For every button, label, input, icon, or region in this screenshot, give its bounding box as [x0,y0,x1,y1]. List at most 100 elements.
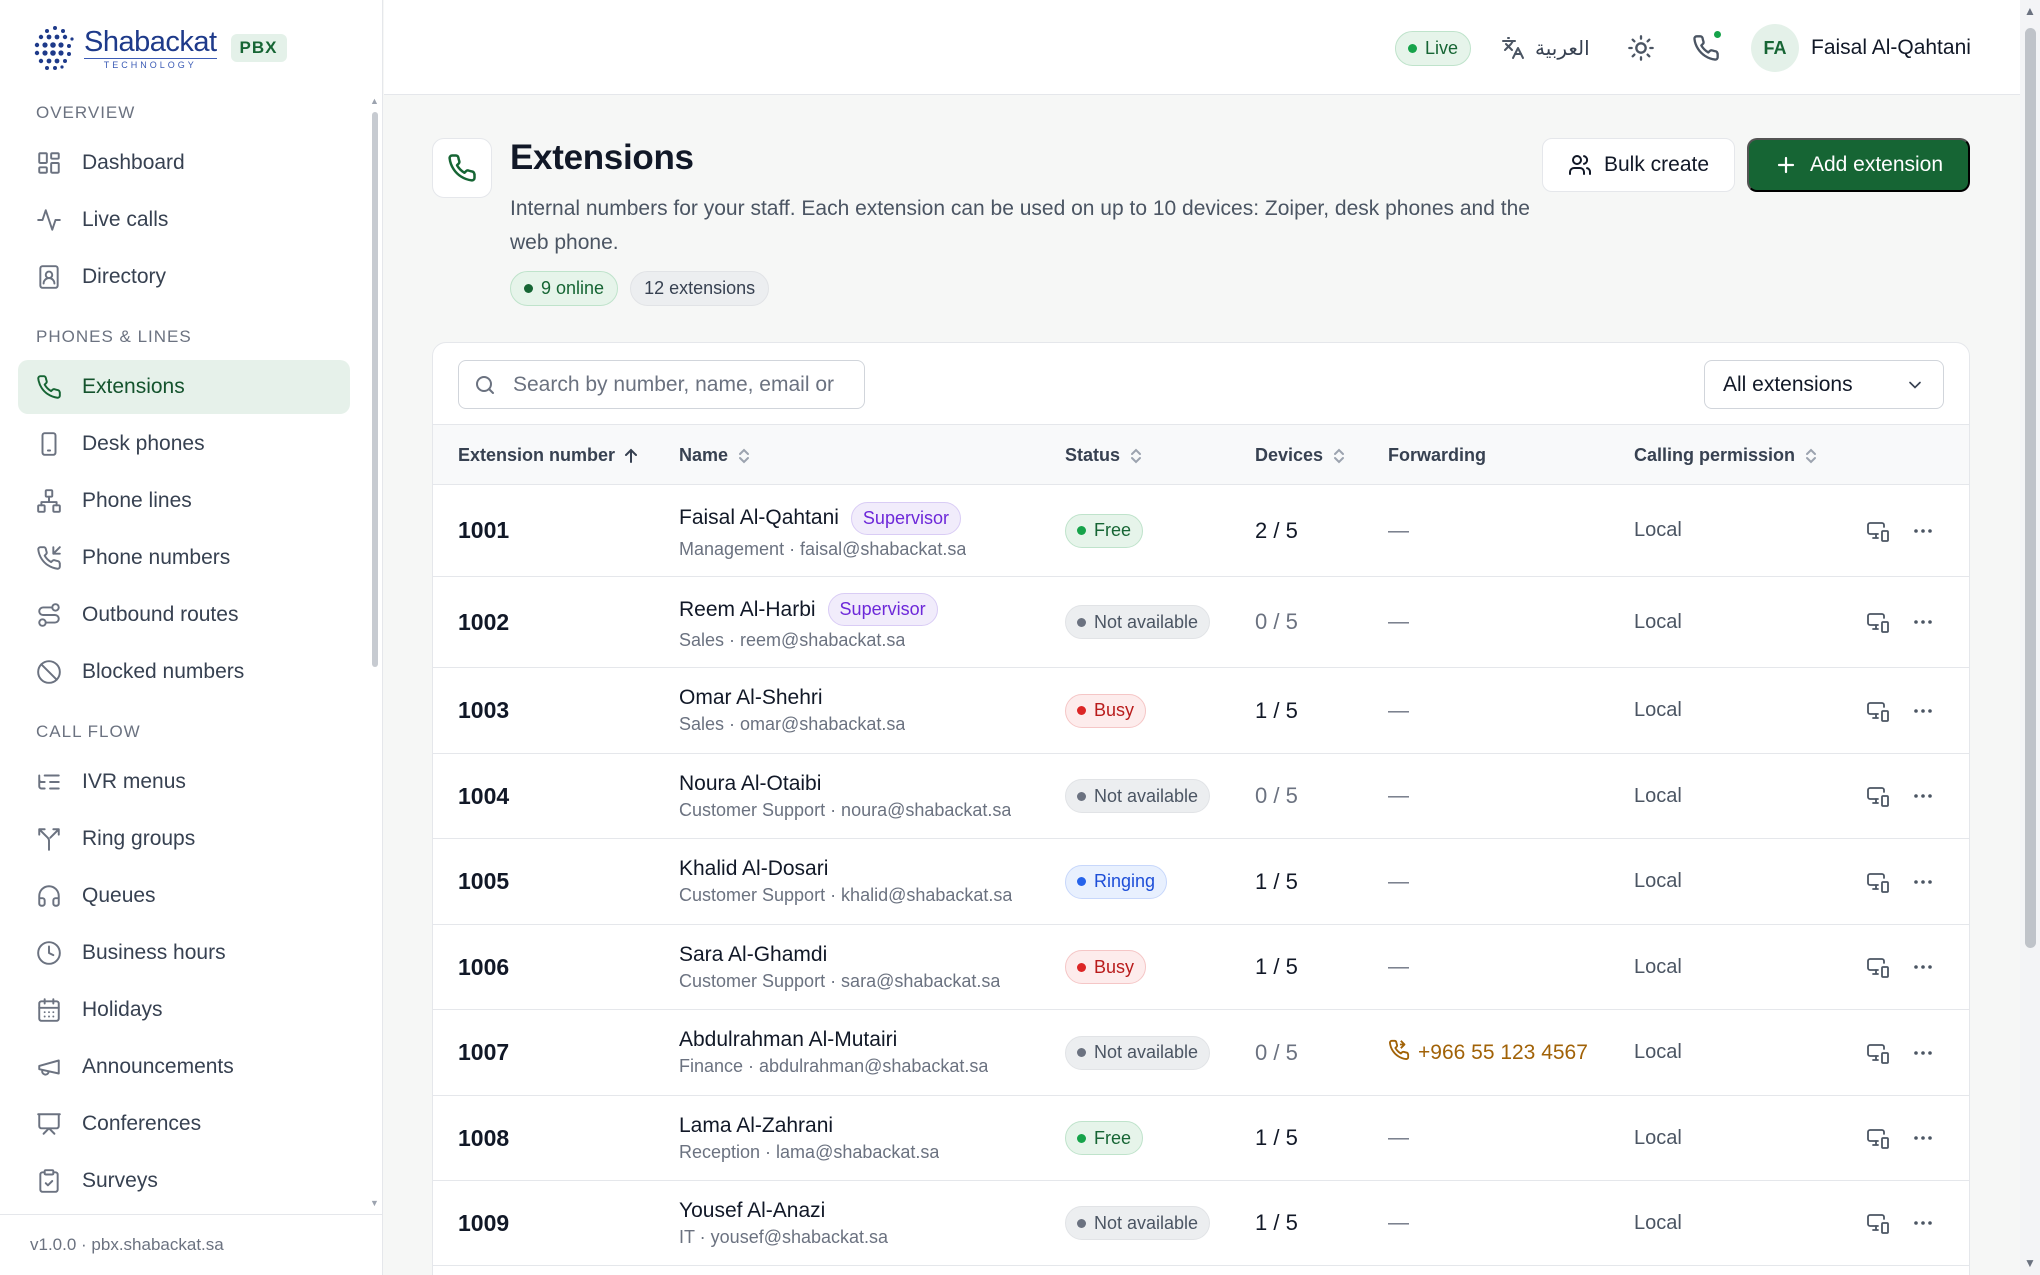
devices-count: 1 / 5 [1255,1125,1298,1150]
more-actions-button[interactable] [1911,925,1937,1009]
scroll-up-arrow-icon[interactable]: ▲ [370,96,379,106]
devices-button[interactable] [1866,668,1892,753]
sun-icon[interactable] [1627,34,1655,62]
extension-number: 1004 [458,782,510,809]
more-actions-button[interactable] [1911,485,1937,576]
devices-count: 0 / 5 [1255,1039,1298,1065]
search-input[interactable] [513,372,853,397]
devices-icon [1866,1126,1890,1150]
sidebar-item-outbound-routes[interactable]: Outbound routes [18,588,350,642]
bulk-create-button[interactable]: Bulk create [1542,138,1735,192]
sidebar: Shabackat TECHNOLOGY PBX OVERVIEW Dashbo… [0,0,383,1275]
user-menu[interactable]: FA Faisal Al-Qahtani [1751,24,1971,72]
devices-button[interactable] [1866,925,1892,1009]
add-extension-button[interactable]: Add extension [1747,138,1970,192]
status-badge: Not available [1065,1035,1211,1070]
main-scroll-thumb[interactable] [2025,28,2036,948]
devices-button[interactable] [1866,754,1892,838]
sidebar-item-ivr-menus[interactable]: IVR menus [18,755,350,809]
extension-number: 1005 [458,868,510,894]
sidebar-item-directory[interactable]: Directory [18,250,350,304]
sidebar-item-holidays[interactable]: Holidays [18,983,350,1037]
globe-dots-icon [34,26,74,70]
sidebar-scroll-thumb[interactable] [372,112,378,667]
nav-section-title: PHONES & LINES [36,327,192,346]
devices-button[interactable] [1866,1181,1892,1265]
table-row[interactable]: 1007 Abdulrahman Al-Mutairi Finance · ab… [433,1010,1969,1096]
column-name[interactable]: Name [679,425,752,486]
devices-button[interactable] [1866,1096,1892,1180]
calling-permission: Local [1634,1041,1682,1063]
more-actions-button[interactable] [1911,668,1937,753]
sidebar-item-dashboard[interactable]: Dashboard [18,136,350,190]
column-label: Forwarding [1388,445,1486,465]
status-badge: Not available [1065,605,1211,639]
more-actions-button[interactable] [1911,1096,1937,1180]
sidebar-item-queues[interactable]: Queues [18,869,350,923]
extension-name-cell: Lama Al-Zahrani Reception · lama@shaback… [679,1096,939,1180]
column-devices[interactable]: Devices [1255,425,1347,486]
sidebar-item-blocked-numbers[interactable]: Blocked numbers [18,645,350,699]
status-dot [1077,962,1086,972]
column-status[interactable]: Status [1065,425,1144,486]
sidebar-item-phone-numbers[interactable]: Phone numbers [18,531,350,585]
column-extension-number[interactable]: Extension number [458,425,639,486]
devices-button[interactable] [1866,577,1892,667]
sidebar-item-business-hours[interactable]: Business hours [18,926,350,980]
extension-filter-select[interactable]: All extensions [1704,360,1944,409]
table-row[interactable]: 1005 Khalid Al-Dosari Customer Support ·… [433,839,1969,925]
calling-permission: Local [1634,1211,1682,1234]
table-row[interactable]: 1009 Yousef Al-Anazi IT · yousef@shaback… [433,1181,1969,1266]
extension-name-cell: Khalid Al-Dosari Customer Support · khal… [679,839,1012,924]
sidebar-item-conferences[interactable]: Conferences [18,1097,350,1151]
table-row[interactable]: 1006 Sara Al-Ghamdi Customer Support · s… [433,925,1969,1010]
page-title: Extensions [510,138,694,177]
status-label: Not available [1094,611,1199,632]
sidebar-scrollbar[interactable]: ▲ ▼ [370,96,379,1208]
language-toggle-button[interactable]: العربية [1501,30,1590,66]
more-actions-button[interactable] [1911,577,1937,667]
status-cell: Free [1065,485,1144,576]
devices-button[interactable] [1866,1010,1892,1095]
extension-number: 1003 [458,697,510,723]
scroll-down-arrow-icon[interactable]: ▼ [370,1198,379,1208]
brand-logo[interactable]: Shabackat TECHNOLOGY PBX [30,20,287,76]
table-row[interactable]: 1008 Lama Al-Zahrani Reception · lama@sh… [433,1096,1969,1181]
sidebar-item-ring-groups[interactable]: Ring groups [18,812,350,866]
sidebar-item-phone-lines[interactable]: Phone lines [18,474,350,528]
sidebar-item-extensions[interactable]: Extensions [18,360,350,414]
column-calling-permission[interactable]: Calling permission [1634,425,1819,486]
table-row[interactable]: 1004 Noura Al-Otaibi Customer Support · … [433,754,1969,839]
status-cell: Not available [1065,577,1211,667]
sidebar-item-desk-phones[interactable]: Desk phones [18,417,350,471]
split-icon [36,826,62,852]
more-actions-button[interactable] [1911,1181,1937,1265]
sidebar-item-live-calls[interactable]: Live calls [18,193,350,247]
app-version: v1.0.0 · pbx.shabackat.sa [0,1214,382,1275]
user-name: Faisal Al-Qahtani [1811,36,1971,59]
scroll-up-arrow-icon[interactable]: ▲ [2024,4,2036,18]
scroll-down-arrow-icon[interactable]: ▼ [2024,1256,2036,1270]
calling-permission: Local [1634,610,1682,633]
table-row[interactable]: 1003 Omar Al-Shehri Sales · omar@shaback… [433,668,1969,754]
search-box[interactable] [458,360,865,409]
more-actions-button[interactable] [1911,754,1937,838]
live-label: Live [1425,38,1459,58]
table-row[interactable]: 1002 Reem Al-Harbi Supervisor Sales · ree… [433,577,1969,668]
table-row[interactable]: 1001 Faisal Al-Qahtani Supervisor Managem… [433,485,1969,577]
status-label: Busy [1094,700,1135,720]
forwarding-cell: — [1388,1096,1409,1180]
devices-button[interactable] [1866,485,1892,576]
department-email: Sales · reem@shabackat.sa [679,630,906,650]
brand-subtitle: TECHNOLOGY [84,57,217,70]
status-cell: Busy [1065,668,1147,753]
sidebar-item-announcements[interactable]: Announcements [18,1040,350,1094]
more-actions-button[interactable] [1911,839,1937,924]
sidebar-item-label: Surveys [82,1169,158,1192]
extension-name-cell: Faisal Al-Qahtani Supervisor Management ·… [679,485,966,576]
more-actions-button[interactable] [1911,1010,1937,1095]
sidebar-item-surveys[interactable]: Surveys [18,1154,350,1206]
devices-button[interactable] [1866,839,1892,924]
column-label: Calling permission [1634,445,1796,465]
main-scrollbar[interactable]: ▲ ▼ [2020,0,2040,1275]
